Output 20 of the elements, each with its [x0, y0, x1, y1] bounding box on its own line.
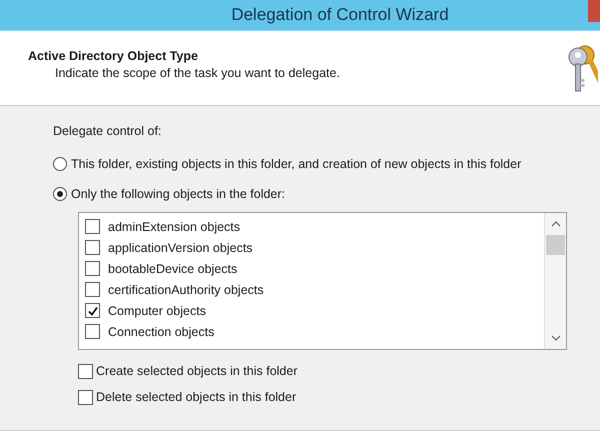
object-list-item[interactable]: certificationAuthority objects: [79, 279, 544, 300]
check-icon: [86, 304, 98, 316]
close-button[interactable]: [588, 0, 600, 22]
object-list-item[interactable]: bootableDevice objects: [79, 258, 544, 279]
scroll-up-icon[interactable]: [550, 221, 560, 227]
checkbox-option[interactable]: Create selected objects in this folder: [78, 358, 600, 384]
scrollbar[interactable]: [544, 213, 566, 349]
object-list-item[interactable]: adminExtension objects: [79, 216, 544, 237]
window-title: Delegation of Control Wizard: [231, 5, 449, 25]
object-list-item[interactable]: applicationVersion objects: [79, 237, 544, 258]
page-subtitle: Indicate the scope of the task you want to delegate.: [55, 66, 340, 80]
page-title: Active Directory Object Type: [28, 49, 199, 63]
scroll-thumb[interactable]: [546, 235, 565, 255]
group-label: Delegate control of:: [53, 124, 162, 138]
object-list-item[interactable]: Connection objects: [79, 321, 544, 342]
checkbox-option[interactable]: Delete selected objects in this folder: [78, 384, 600, 410]
radio-option[interactable]: Only the following objects in the folder:: [53, 179, 600, 209]
radio-option[interactable]: This folder, existing objects in this folder, and creation of new objects in this folder: [53, 149, 600, 179]
object-list-item[interactable]: Computer objects: [79, 300, 544, 321]
scroll-down-icon[interactable]: [550, 335, 560, 341]
